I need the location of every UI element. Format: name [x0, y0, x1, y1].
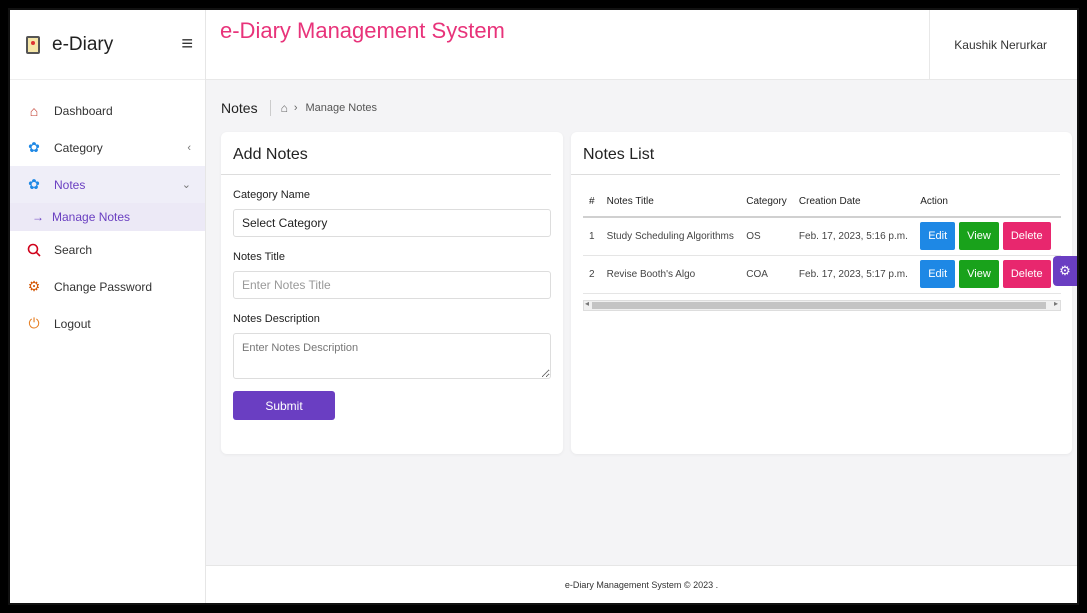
- brand-name: e-Diary: [52, 33, 114, 55]
- note-date-cell: Feb. 17, 2023, 5:17 p.m.: [792, 255, 915, 294]
- column-header: Notes Title: [600, 187, 741, 218]
- scrollbar-thumb[interactable]: [592, 301, 1046, 309]
- chevron-right-icon: ›: [293, 102, 298, 114]
- row-number: 1: [583, 217, 601, 256]
- notes-description-label: Notes Description: [233, 313, 320, 325]
- action-cell: Edit View Delete: [914, 255, 1061, 294]
- column-header: #: [583, 187, 601, 218]
- notes-table: # Notes Title Category Creation Date Act…: [583, 187, 1061, 294]
- sidebar-item-logout[interactable]: ⏻ Logout: [10, 305, 205, 342]
- edit-button[interactable]: Edit: [920, 222, 956, 251]
- table-row: 2 Revise Booth's Algo COA Feb. 17, 2023,…: [583, 255, 1061, 294]
- sidebar: e-Diary ≡ ⌂ Dashboard ✿ Category ‹ ✿ Not…: [10, 10, 206, 603]
- lotus-icon: ✿: [28, 176, 40, 192]
- app-window: e-Diary ≡ ⌂ Dashboard ✿ Category ‹ ✿ Not…: [8, 8, 1079, 605]
- top-header: e-Diary Management System Kaushik Nerurk…: [206, 10, 1077, 80]
- notes-list-card: Notes List # Notes Title Category Creati…: [571, 132, 1072, 454]
- page-title: Notes: [221, 100, 271, 116]
- sidebar-item-label: Notes: [54, 177, 86, 192]
- category-name-label: Category Name: [233, 189, 311, 201]
- note-title-cell: Study Scheduling Algorithms: [600, 217, 741, 256]
- scroll-left-icon[interactable]: ◂: [585, 299, 589, 308]
- column-header: Category: [740, 187, 793, 218]
- notes-list-title: Notes List: [571, 132, 1060, 175]
- view-button[interactable]: View: [959, 222, 999, 251]
- hamburger-menu-icon[interactable]: ≡: [181, 33, 193, 56]
- sidebar-item-label: Manage Notes: [52, 210, 131, 224]
- sidebar-item-label: Change Password: [54, 279, 153, 294]
- edit-button[interactable]: Edit: [920, 260, 956, 288]
- add-notes-form: Category Name Select Category Notes Titl…: [221, 175, 563, 420]
- footer: e-Diary Management System © 2023 .: [206, 565, 1077, 603]
- row-number: 2: [583, 255, 601, 294]
- breadcrumb: Notes ⌂ › Manage Notes: [221, 100, 377, 116]
- add-notes-card: Add Notes Category Name Select Category …: [221, 132, 563, 454]
- app-title: e-Diary Management System: [220, 17, 505, 43]
- sidebar-item-label: Search: [54, 242, 93, 257]
- note-date-cell: Feb. 17, 2023, 5:16 p.m.: [792, 217, 915, 256]
- sidebar-nav: ⌂ Dashboard ✿ Category ‹ ✿ Notes ⌄ → Man…: [10, 80, 205, 342]
- add-notes-title: Add Notes: [221, 132, 551, 175]
- diary-logo-icon: [26, 35, 40, 54]
- note-category-cell: COA: [740, 255, 793, 294]
- chevron-down-icon: ⌄: [181, 179, 191, 191]
- power-icon: ⏻: [28, 315, 40, 331]
- notes-description-input[interactable]: [233, 333, 551, 379]
- view-button[interactable]: View: [959, 260, 999, 288]
- horizontal-scrollbar[interactable]: ◂ ▸: [583, 299, 1061, 311]
- home-icon[interactable]: ⌂: [281, 101, 288, 115]
- category-select[interactable]: Select Category: [233, 209, 551, 237]
- arrow-right-icon: →: [32, 210, 44, 224]
- delete-button[interactable]: Delete: [1002, 222, 1051, 251]
- sidebar-item-label: Logout: [54, 316, 91, 331]
- sidebar-item-dashboard[interactable]: ⌂ Dashboard: [10, 92, 205, 129]
- column-header: Creation Date: [792, 187, 915, 218]
- note-category-cell: OS: [740, 217, 793, 256]
- sidebar-item-label: Dashboard: [54, 103, 113, 118]
- sidebar-item-category[interactable]: ✿ Category ‹: [10, 129, 205, 166]
- sidebar-subitem-manage-notes[interactable]: → Manage Notes: [10, 203, 205, 231]
- home-icon: ⌂: [29, 102, 39, 119]
- search-icon: [26, 242, 42, 258]
- table-header-row: # Notes Title Category Creation Date Act…: [583, 187, 1061, 218]
- sidebar-item-change-password[interactable]: ⚙ Change Password: [10, 268, 205, 305]
- settings-gear-icon[interactable]: ⚙: [1053, 256, 1077, 286]
- brand: e-Diary ≡: [10, 10, 205, 80]
- scroll-right-icon[interactable]: ▸: [1054, 299, 1058, 308]
- chevron-left-icon: ‹: [187, 141, 191, 154]
- breadcrumb-current: Manage Notes: [305, 102, 378, 114]
- gear-icon: ⚙: [27, 278, 41, 294]
- notes-title-input[interactable]: [233, 271, 551, 299]
- delete-button[interactable]: Delete: [1002, 260, 1051, 288]
- table-row: 1 Study Scheduling Algorithms OS Feb. 17…: [583, 217, 1061, 256]
- submit-button[interactable]: Submit: [233, 391, 335, 420]
- lotus-icon: ✿: [28, 139, 40, 155]
- sidebar-item-search[interactable]: Search: [10, 231, 205, 268]
- user-menu[interactable]: Kaushik Nerurkar: [929, 10, 1077, 79]
- action-cell: Edit View Delete: [914, 217, 1061, 256]
- column-header: Action: [914, 187, 1061, 218]
- sidebar-item-notes[interactable]: ✿ Notes ⌄: [10, 166, 205, 203]
- main-content: Notes ⌂ › Manage Notes Add Notes Categor…: [206, 80, 1077, 565]
- notes-title-label: Notes Title: [233, 251, 285, 263]
- sidebar-item-label: Category: [54, 140, 103, 155]
- note-title-cell: Revise Booth's Algo: [600, 255, 741, 294]
